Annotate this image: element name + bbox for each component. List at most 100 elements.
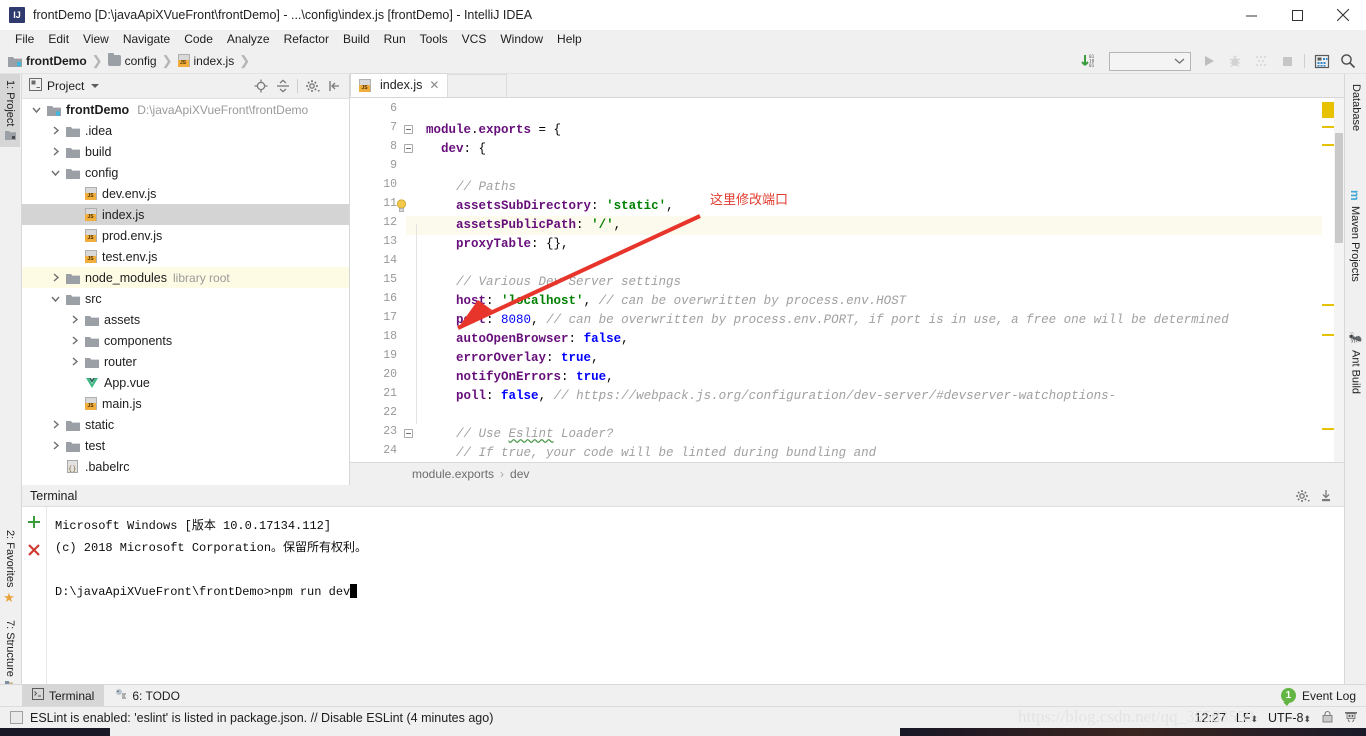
tree-item--idea[interactable]: .idea — [22, 120, 349, 141]
menu-window[interactable]: Window — [493, 30, 550, 48]
status-line-separator[interactable]: LF⬍ — [1236, 711, 1258, 725]
status-encoding[interactable]: UTF-8⬍ — [1268, 711, 1311, 725]
tree-item-index-js[interactable]: JS index.js — [22, 204, 349, 225]
search-icon[interactable] — [1336, 50, 1360, 72]
panel-divider — [297, 79, 298, 93]
terminal-output[interactable]: Microsoft Windows [版本 10.0.17134.112] (c… — [46, 507, 1344, 684]
tree-item-frontdemo[interactable]: frontDemo D:\javaApiXVueFront\frontDemo — [22, 99, 349, 120]
sidebar-tab-ant[interactable]: 🐜 Ant Build — [1345, 326, 1366, 400]
tree-item-assets[interactable]: assets — [22, 309, 349, 330]
hide-panel-icon[interactable] — [324, 76, 345, 97]
tree-item-config[interactable]: config — [22, 162, 349, 183]
tree-item-main-js[interactable]: JS main.js — [22, 393, 349, 414]
breadcrumb-label: config — [124, 53, 157, 68]
chevron-down-icon[interactable] — [49, 295, 62, 303]
project-tree[interactable]: frontDemo D:\javaApiXVueFront\frontDemo .i… — [22, 99, 349, 485]
menu-code[interactable]: Code — [177, 30, 220, 48]
chevron-right-icon[interactable] — [49, 126, 62, 135]
chevron-right-icon[interactable] — [68, 315, 81, 324]
sidebar-tab-maven[interactable]: m Maven Projects — [1344, 184, 1366, 287]
folder-icon — [85, 356, 99, 368]
tree-item-node-modules[interactable]: node_modules library root — [22, 267, 349, 288]
database-icon[interactable] — [1310, 50, 1334, 72]
menu-vcs[interactable]: VCS — [455, 30, 494, 48]
editor-tab-filler — [447, 74, 508, 97]
coverage-icon[interactable] — [1249, 50, 1273, 72]
sidebar-tab-favorites[interactable]: 2: Favorites ★ — [0, 524, 20, 612]
menu-tools[interactable]: Tools — [413, 30, 455, 48]
breadcrumb-item-project[interactable]: frontDemo ❯ — [8, 53, 108, 69]
chevron-right-icon[interactable] — [49, 420, 62, 429]
tree-item-dev-env-js[interactable]: JS dev.env.js — [22, 183, 349, 204]
tree-item-prod-env-js[interactable]: JS prod.env.js — [22, 225, 349, 246]
status-message[interactable]: ESLint is enabled: 'eslint' is listed in… — [30, 711, 493, 725]
chevron-right-icon[interactable] — [68, 336, 81, 345]
close-terminal-icon[interactable] — [27, 543, 41, 560]
chevron-right-icon[interactable] — [49, 441, 62, 450]
editor-tab-index-js[interactable]: JS index.js ✕ — [350, 73, 449, 97]
tree-item-router[interactable]: router — [22, 351, 349, 372]
maximize-icon[interactable] — [1274, 0, 1320, 30]
locate-icon[interactable] — [250, 76, 271, 97]
settings-gear-icon[interactable] — [1292, 485, 1313, 506]
lock-icon[interactable] — [1321, 710, 1334, 726]
menu-navigate[interactable]: Navigate — [116, 30, 177, 48]
add-terminal-icon[interactable] — [27, 515, 41, 532]
tree-item-src[interactable]: src — [22, 288, 349, 309]
minimize-icon[interactable] — [1228, 0, 1274, 30]
breadcrumb-item-file[interactable]: JS index.js ❯ — [177, 53, 256, 69]
menu-run[interactable]: Run — [377, 30, 413, 48]
error-marker-strip[interactable] — [1322, 98, 1334, 462]
chevron-down-icon[interactable] — [30, 106, 43, 114]
settings-gear-icon[interactable] — [302, 76, 323, 97]
menu-view[interactable]: View — [76, 30, 116, 48]
menu-refactor[interactable]: Refactor — [277, 30, 336, 48]
chevron-down-icon[interactable] — [49, 169, 62, 177]
folder-icon — [66, 125, 80, 137]
chevron-down-icon — [1174, 58, 1185, 64]
run-configuration-select[interactable] — [1109, 51, 1191, 71]
chevron-right-icon[interactable] — [49, 147, 62, 156]
chevron-down-icon[interactable] — [91, 84, 100, 88]
menu-file[interactable]: File — [8, 30, 41, 48]
hector-icon[interactable] — [1344, 709, 1358, 726]
bottom-tab-terminal[interactable]: Terminal — [22, 684, 105, 707]
menu-edit[interactable]: Edit — [41, 30, 76, 48]
close-icon[interactable]: ✕ — [429, 78, 439, 92]
editor-breadcrumb-module[interactable]: module.exports — [412, 467, 494, 481]
tree-item-components[interactable]: components — [22, 330, 349, 351]
chevron-right-icon[interactable] — [49, 273, 62, 282]
stop-icon[interactable] — [1275, 50, 1299, 72]
hide-panel-icon[interactable] — [1315, 485, 1336, 506]
breadcrumb-item-config[interactable]: config ❯ — [107, 53, 178, 69]
debug-icon[interactable] — [1223, 50, 1247, 72]
scrollbar-thumb[interactable] — [1335, 133, 1343, 243]
sidebar-tab-project[interactable]: 1: Project — [0, 74, 20, 148]
tree-item-test[interactable]: test — [22, 435, 349, 456]
close-icon[interactable] — [1320, 0, 1366, 30]
maven-icon: m — [1348, 190, 1362, 201]
tree-item-static[interactable]: static — [22, 414, 349, 435]
collapse-all-icon[interactable] — [272, 76, 293, 97]
tree-item-label: build — [85, 144, 112, 159]
menu-help[interactable]: Help — [550, 30, 589, 48]
chevron-right-icon[interactable] — [68, 357, 81, 366]
run-icon[interactable] — [1197, 50, 1221, 72]
window-controls — [1228, 0, 1366, 30]
tree-item-label: .babelrc — [85, 459, 130, 474]
tree-item-test-env-js[interactable]: JS test.env.js — [22, 246, 349, 267]
updates-icon[interactable]: 01 10 01 — [1079, 50, 1103, 72]
tree-item-build[interactable]: build — [22, 141, 349, 162]
event-log-button[interactable]: 1 Event Log — [1280, 688, 1366, 706]
menu-build[interactable]: Build — [336, 30, 377, 48]
tree-item--babelrc[interactable]: {} .babelrc — [22, 456, 349, 477]
tree-item-label: router — [104, 354, 137, 369]
bottom-tab-todo[interactable]: 6: TODO — [104, 685, 190, 707]
menu-analyze[interactable]: Analyze — [220, 30, 277, 48]
sidebar-tab-database[interactable]: Database — [1346, 78, 1366, 137]
editor-scrollbar[interactable] — [1334, 98, 1344, 462]
tree-item-app-vue[interactable]: App.vue — [22, 372, 349, 393]
code-editor[interactable]: 6 7 8 9 10 11 12 13 14 15 16 17 18 19 20 21 22 23 24 modul… — [350, 98, 1344, 462]
sidebar-tab-label: Maven Projects — [1349, 205, 1361, 282]
editor-breadcrumb-dev[interactable]: dev — [510, 467, 529, 481]
